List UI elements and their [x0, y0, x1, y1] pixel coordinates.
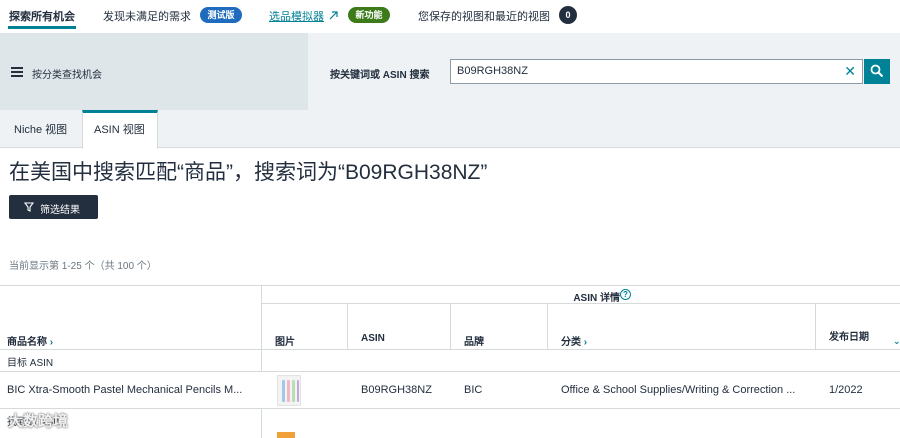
- table-divider: [0, 408, 900, 409]
- watermark: 大数跨境: [8, 413, 69, 430]
- result-count: 当前显示第 1-25 个（共 100 个）: [9, 261, 157, 272]
- filter-icon: [24, 202, 34, 212]
- brand-value: BIC: [464, 384, 483, 396]
- chevron-right-icon: ›: [583, 337, 588, 348]
- table-divider: [261, 285, 262, 438]
- nav-saved-views[interactable]: 您保存的视图和最近的视图: [418, 8, 550, 24]
- find-by-category-link[interactable]: 按分类查找机会: [32, 66, 102, 81]
- column-brand: 品牌: [464, 337, 484, 348]
- column-asin: ASIN: [361, 333, 385, 344]
- column-release-date[interactable]: 发布日期: [829, 328, 869, 343]
- column-image: 图片: [275, 337, 295, 348]
- search-icon: [870, 64, 884, 78]
- tab-niche-view[interactable]: Niche 视图: [14, 121, 67, 137]
- close-icon[interactable]: ✕: [844, 64, 856, 78]
- help-icon[interactable]: ?: [620, 289, 631, 300]
- column-category[interactable]: 分类 ›: [561, 333, 587, 348]
- external-link-arrow-icon: [329, 11, 338, 20]
- table-header-bottom: [0, 349, 900, 350]
- sort-chevron-icon[interactable]: ⌄: [893, 336, 900, 347]
- hamburger-menu-icon[interactable]: [11, 67, 23, 77]
- filter-results-button[interactable]: 筛选结果: [9, 195, 98, 219]
- nav-active-underline: [8, 26, 76, 29]
- beta-badge: 测试版: [200, 7, 242, 23]
- table-divider: [450, 303, 451, 349]
- nav-explore-all[interactable]: 探索所有机会: [9, 8, 75, 24]
- product-thumbnail[interactable]: [277, 375, 301, 406]
- asin-value: B09RGH38NZ: [361, 384, 432, 396]
- nav-unmet-needs[interactable]: 发现未满足的需求: [103, 8, 191, 24]
- column-product-name[interactable]: 商品名称 ›: [7, 333, 53, 348]
- table-divider: [347, 303, 348, 349]
- table-divider: [815, 303, 816, 349]
- release-date-value: 1/2022: [829, 384, 863, 396]
- table-top-border: [0, 285, 900, 286]
- product-name-link[interactable]: BIC Xtra-Smooth Pastel Mechanical Pencil…: [7, 384, 252, 396]
- search-button[interactable]: [864, 59, 890, 84]
- category-value: Office & School Supplies/Writing & Corre…: [561, 384, 796, 396]
- next-row-thumbnail[interactable]: [277, 432, 295, 438]
- search-label: 按关键词或 ASIN 搜索: [330, 70, 430, 81]
- page-title: 在美国中搜索匹配“商品”，搜索词为“B09RGH38NZ”: [9, 161, 488, 184]
- nav-simulator-link[interactable]: 选品模拟器: [269, 8, 324, 24]
- tab-asin-view[interactable]: ASIN 视图: [94, 121, 145, 137]
- search-box: ✕: [450, 59, 863, 84]
- table-divider: [547, 303, 548, 349]
- saved-views-count-badge: 0: [559, 6, 577, 24]
- chevron-right-icon: ›: [49, 337, 54, 348]
- search-input[interactable]: [457, 65, 837, 77]
- new-feature-badge: 新功能: [348, 7, 390, 23]
- top-navigation: 探索所有机会 发现未满足的需求 测试版 选品模拟器 新功能 您保存的视图和最近的…: [0, 0, 900, 33]
- filter-results-label: 筛选结果: [40, 205, 80, 216]
- section-target-asin: 目标 ASIN: [7, 358, 54, 369]
- asin-details-group-header: ASIN 详情: [573, 293, 620, 304]
